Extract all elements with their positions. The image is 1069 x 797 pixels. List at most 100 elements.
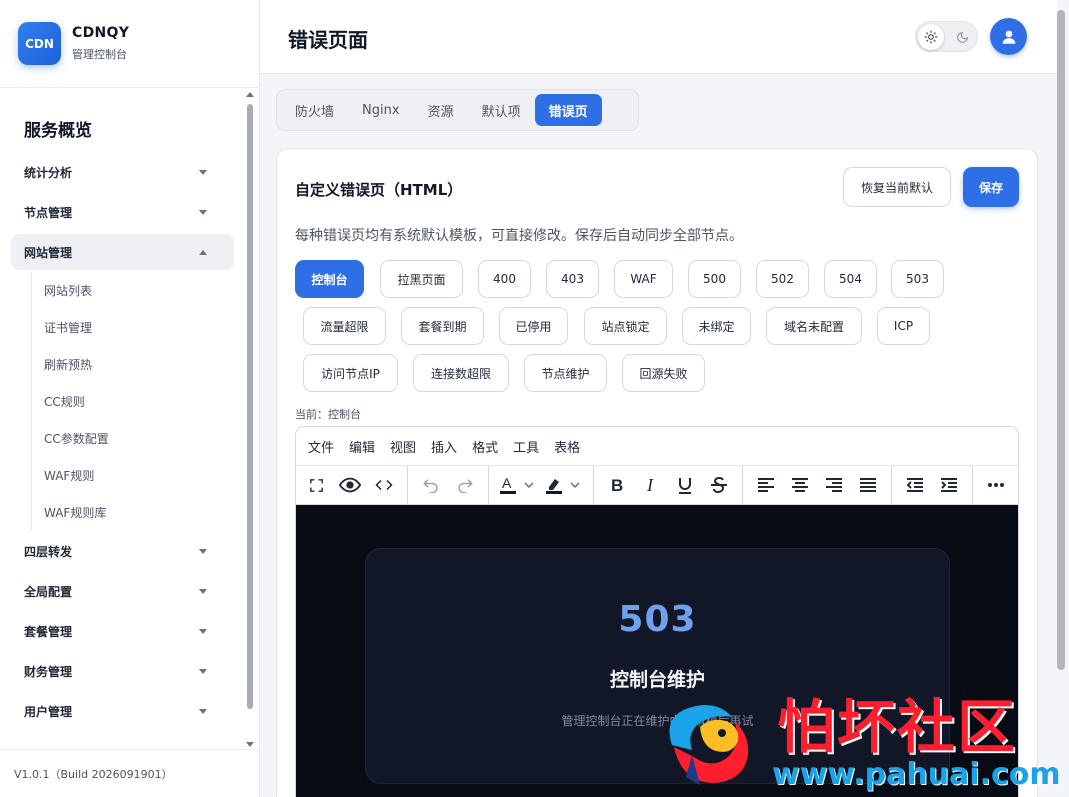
toolbar-group-history [408,465,489,505]
restore-default-button[interactable]: 恢复当前默认 [843,167,951,207]
chip-node-maintenance[interactable]: 节点维护 [524,354,607,392]
strikethrough-icon[interactable] [702,470,736,500]
nav-group-stats[interactable]: 统计分析 [0,152,245,192]
nav-group-l4-forward[interactable]: 四层转发 [0,531,245,571]
menu-insert[interactable]: 插入 [431,437,457,456]
nav-group-nodes[interactable]: 节点管理 [0,192,245,232]
tab-resources[interactable]: 资源 [414,94,468,126]
chip-403[interactable]: 403 [546,260,599,298]
chip-503[interactable]: 503 [891,260,944,298]
bold-icon[interactable]: B [600,470,634,500]
text-color-icon[interactable]: A [495,470,541,500]
sidebar-nav: 服务概览 统计分析 节点管理 网站管理 网站列表 证书管理 刷新预热 CC规则 … [0,100,245,731]
fullscreen-icon[interactable] [299,470,333,500]
brand[interactable]: CDN CDNQY 管理控制台 [0,0,259,88]
chip-500[interactable]: 500 [688,260,741,298]
more-icon[interactable] [979,470,1013,500]
chip-400[interactable]: 400 [478,260,531,298]
nav-group-websites[interactable]: 网站管理 [11,234,234,270]
underline-icon[interactable] [668,470,702,500]
tab-firewall[interactable]: 防火墙 [281,94,348,126]
nav-group-label: 用户管理 [24,704,73,719]
version-label: V1.0.1（Build 2026091901） [0,749,260,797]
sidebar-item-waf-library[interactable]: WAF规则库 [32,494,245,531]
brand-subtitle: 管理控制台 [72,48,127,61]
toolbar-group-view [296,465,408,505]
chip-console[interactable]: 控制台 [295,260,364,298]
toolbar-group-align [743,465,892,505]
main-scrollbar-thumb[interactable] [1057,10,1065,670]
tab-error-pages[interactable]: 错误页 [534,94,602,126]
tab-nginx[interactable]: Nginx [348,94,414,126]
chip-blacklist[interactable]: 拉黑页面 [380,260,463,298]
italic-icon[interactable]: I [634,470,668,500]
menu-edit[interactable]: 编辑 [349,437,375,456]
chip-site-locked[interactable]: 站点锁定 [584,307,667,345]
nav-group-label: 财务管理 [24,664,73,679]
chip-504[interactable]: 504 [824,260,877,298]
chip-icp[interactable]: ICP [877,307,930,345]
chip-origin-failed[interactable]: 回源失败 [622,354,705,392]
menu-format[interactable]: 格式 [472,437,498,456]
sidebar-scrollbar[interactable] [245,92,255,747]
code-icon[interactable] [367,470,401,500]
nav-group-global-config[interactable]: 全局配置 [0,571,245,611]
sidebar-item-refresh-preheat[interactable]: 刷新预热 [32,346,245,383]
chip-disabled[interactable]: 已停用 [499,307,568,345]
chip-connection-limit[interactable]: 连接数超限 [413,354,509,392]
menu-tools[interactable]: 工具 [513,437,539,456]
align-center-icon[interactable] [783,470,817,500]
chevron-down-icon [199,588,207,594]
sidebar-item-waf-rules[interactable]: WAF规则 [32,457,245,494]
chip-domain-unconfigured[interactable]: 域名未配置 [766,307,862,345]
editor-toolbar: A B I [296,465,1018,505]
chevron-down-icon [199,668,207,674]
tab-defaults[interactable]: 默认项 [468,94,535,126]
chip-502[interactable]: 502 [756,260,809,298]
align-left-icon[interactable] [749,470,783,500]
undo-icon[interactable] [414,470,448,500]
sidebar-item-cc-params[interactable]: CC参数配置 [32,420,245,457]
chevron-down-icon [199,708,207,714]
save-button[interactable]: 保存 [963,167,1019,207]
nav-group-users[interactable]: 用户管理 [0,691,245,731]
nav-group-label: 统计分析 [24,165,73,180]
chevron-up-icon [199,249,207,255]
top-header: 错误页面 [260,0,1057,74]
chip-traffic-exceeded[interactable]: 流量超限 [303,307,386,345]
nav-group-plans[interactable]: 套餐管理 [0,611,245,651]
align-justify-icon[interactable] [851,470,885,500]
align-right-icon[interactable] [817,470,851,500]
brand-logo: CDN [18,22,61,65]
sidebar-item-certificates[interactable]: 证书管理 [32,309,245,346]
toolbar-group-format: B I [594,465,743,505]
moon-icon[interactable] [952,27,972,47]
toolbar-group-color: A [489,465,594,505]
scroll-down-icon[interactable] [246,742,254,747]
chip-unbound[interactable]: 未绑定 [682,307,751,345]
nav-group-label: 网站管理 [24,245,73,260]
user-avatar[interactable] [990,18,1027,55]
chevron-down-icon [199,628,207,634]
preview-icon[interactable] [333,470,367,500]
page-title: 错误页面 [288,28,368,52]
redo-icon[interactable] [448,470,482,500]
highlight-icon[interactable] [541,470,587,500]
chip-waf[interactable]: WAF [614,260,673,298]
chip-node-ip-access[interactable]: 访问节点IP [303,354,398,392]
indent-icon[interactable] [932,470,966,500]
menu-file[interactable]: 文件 [308,437,334,456]
nav-group-finance[interactable]: 财务管理 [0,651,245,691]
nav-group-label: 四层转发 [24,544,73,559]
watermark-logo-icon [669,704,749,785]
chip-plan-expired[interactable]: 套餐到期 [401,307,484,345]
menu-table[interactable]: 表格 [554,437,580,456]
menu-view[interactable]: 视图 [390,437,416,456]
theme-toggle[interactable] [915,21,978,52]
sidebar-item-site-list[interactable]: 网站列表 [32,272,245,309]
outdent-icon[interactable] [898,470,932,500]
sun-icon[interactable] [918,24,944,50]
sidebar-scroll-thumb[interactable] [247,104,253,709]
scroll-up-icon[interactable] [246,92,254,97]
sidebar-item-cc-rules[interactable]: CC规则 [32,383,245,420]
